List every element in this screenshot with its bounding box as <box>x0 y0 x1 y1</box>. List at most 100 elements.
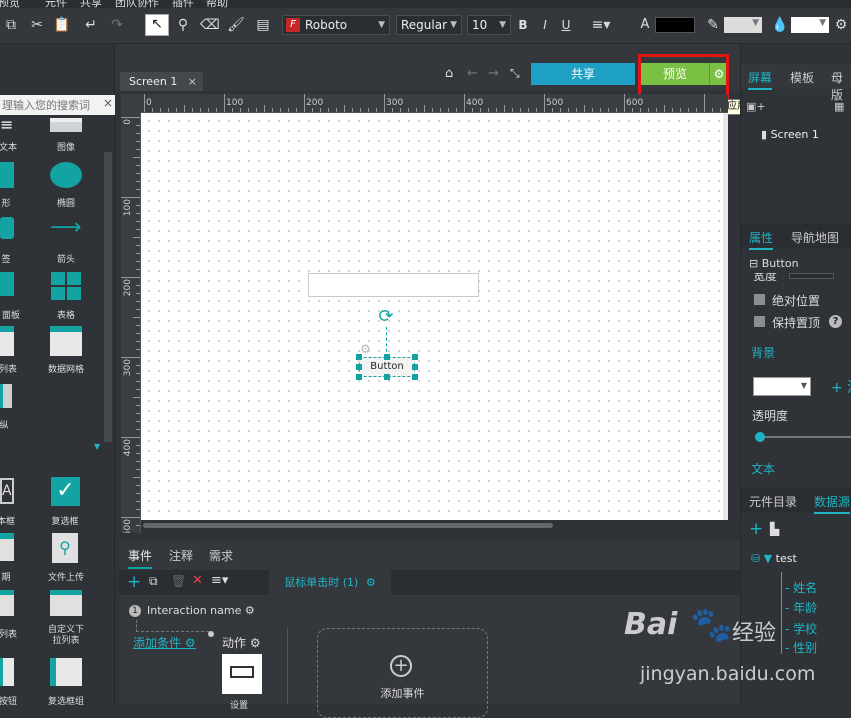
add-icon[interactable]: + <box>749 519 763 539</box>
cut-icon[interactable]: ✂ <box>28 16 46 34</box>
image-icon[interactable] <box>50 118 82 132</box>
tab-screen-1[interactable]: Screen 1 × <box>120 72 203 91</box>
callout-icon[interactable] <box>0 217 14 239</box>
action-item-card[interactable] <box>222 654 262 694</box>
tab-properties[interactable]: 属性 <box>749 229 774 250</box>
checkbox-group-icon[interactable] <box>50 658 82 686</box>
tab-masters[interactable]: 母版 <box>831 69 851 103</box>
list-icon[interactable] <box>0 326 14 356</box>
font-family-select[interactable]: F Roboto ▼ <box>282 15 390 35</box>
resize-handle[interactable] <box>356 354 362 360</box>
width-input[interactable] <box>789 273 834 279</box>
tab-templates[interactable]: 模板 <box>790 69 814 86</box>
menu-item-plugins[interactable]: 插件 <box>172 0 194 8</box>
bold-button[interactable]: B <box>514 16 532 34</box>
design-canvas[interactable]: ⟳ ⚙ Button <box>141 113 723 520</box>
button-icon[interactable] <box>0 658 14 686</box>
keep-on-top-checkbox[interactable] <box>754 316 765 327</box>
arrow-icon[interactable]: ⟶ <box>50 217 82 239</box>
copy-icon[interactable]: ⧉ <box>2 16 20 34</box>
gear-icon[interactable]: ⚙ <box>245 604 255 617</box>
resize-handle[interactable] <box>412 374 418 380</box>
clear-icon[interactable]: × <box>103 96 113 110</box>
home-icon[interactable]: ⌂ <box>445 66 453 81</box>
tab-events[interactable]: 事件 <box>128 547 153 569</box>
event-tab-mouse-click[interactable]: 鼠标单击时 (1) ⚙ <box>269 570 391 595</box>
canvas-vertical-scrollbar[interactable] <box>723 113 728 520</box>
undo-icon[interactable]: ↵ <box>82 16 100 34</box>
add-icon[interactable]: + <box>127 572 141 592</box>
menu-item-team[interactable]: 团队协作 <box>115 0 159 8</box>
gear-icon[interactable]: ⚙ <box>250 636 261 650</box>
paint-roller-icon[interactable]: ▤ <box>254 16 272 34</box>
italic-button[interactable]: I <box>536 16 554 34</box>
vertical-icon[interactable] <box>0 384 12 408</box>
redo-icon[interactable]: ↷ <box>108 16 126 34</box>
absolute-position-checkbox[interactable] <box>754 294 765 305</box>
upload-icon[interactable]: ⚲ <box>52 533 78 563</box>
widget-search-box[interactable]: × <box>0 95 115 115</box>
font-weight-select[interactable]: Regular ▼ <box>396 15 462 35</box>
add-field-icon[interactable]: ▙ <box>770 522 779 536</box>
textbox-icon[interactable]: A <box>0 478 14 504</box>
ellipse-icon[interactable] <box>50 162 82 188</box>
add-fill-button[interactable]: + 添 <box>831 377 851 397</box>
add-condition-link[interactable]: 添加条件 ⚙ <box>133 634 196 651</box>
tab-widget-catalog[interactable]: 元件目录 <box>749 493 797 510</box>
interaction-name[interactable]: Interaction name ⚙ <box>147 604 255 617</box>
format-painter-icon[interactable]: 🖌 <box>227 16 245 34</box>
font-size-select[interactable]: 10 ▼ <box>467 15 511 35</box>
underline-button[interactable]: U <box>557 16 575 34</box>
widget-search-input[interactable] <box>0 95 100 115</box>
menu-item-help[interactable]: 帮助 <box>206 0 228 8</box>
opacity-slider-thumb[interactable] <box>755 432 765 442</box>
resize-handle[interactable] <box>356 364 362 370</box>
zoom-icon[interactable]: ⚲ <box>174 16 192 34</box>
rotate-handle-icon[interactable]: ⟳ <box>376 307 396 327</box>
back-icon[interactable]: ← <box>467 66 478 81</box>
canvas-horizontal-scrollbar[interactable] <box>141 520 728 531</box>
grid-view-icon[interactable]: ▦ <box>834 100 844 113</box>
opacity-slider-track[interactable] <box>759 436 851 438</box>
duplicate-icon[interactable]: ⧉ <box>149 574 158 589</box>
text-align-icon[interactable]: ≡▾ <box>586 16 616 34</box>
help-icon[interactable]: ? <box>829 315 842 328</box>
gear-icon[interactable]: ⚙ <box>185 636 196 650</box>
fill-color-swatch[interactable]: ▼ <box>791 17 829 33</box>
text-icon[interactable]: ≡ <box>0 117 16 134</box>
paste-icon[interactable]: 📋 <box>53 16 71 34</box>
font-color-swatch[interactable] <box>655 17 695 33</box>
fit-screen-icon[interactable]: ⤡ <box>510 66 520 81</box>
table-icon[interactable] <box>51 272 81 300</box>
tab-data-source[interactable]: 数据源 <box>814 493 851 514</box>
datasource-item[interactable]: ⛁ ▼ test <box>751 552 797 565</box>
menu-item-share[interactable]: 共享 <box>80 0 102 8</box>
scrollbar-thumb[interactable] <box>143 523 553 528</box>
background-color-picker[interactable]: ▼ <box>753 377 811 396</box>
share-button[interactable]: 共享 <box>531 63 635 85</box>
resize-handle[interactable] <box>412 364 418 370</box>
more-menu-icon[interactable]: ≡▾ <box>211 573 228 588</box>
add-screen-icon[interactable]: ▣+ <box>746 100 766 113</box>
delete-x-icon[interactable]: ✕ <box>192 573 203 588</box>
date-icon[interactable] <box>0 533 14 561</box>
select-tool-icon[interactable]: ↖ <box>145 14 169 36</box>
checkbox-icon[interactable]: ✓ <box>51 477 80 506</box>
data-grid-icon[interactable] <box>50 326 82 356</box>
dropdown-list-icon[interactable] <box>0 590 14 616</box>
canvas-textbox-widget[interactable] <box>308 273 479 297</box>
screen-item-1[interactable]: ▮ Screen 1 <box>761 128 819 141</box>
line-color-swatch[interactable]: ▼ <box>724 17 762 33</box>
tab-notes[interactable]: 注释 <box>169 547 193 564</box>
rectangle-icon[interactable] <box>0 162 14 188</box>
resize-handle[interactable] <box>384 374 390 380</box>
gear-icon[interactable]: ⚙ <box>366 576 376 589</box>
tab-requirements[interactable]: 需求 <box>209 547 233 564</box>
tab-screens[interactable]: 屏幕 <box>748 69 773 90</box>
add-event-dropzone[interactable]: + 添加事件 <box>317 628 488 718</box>
resize-handle[interactable] <box>412 354 418 360</box>
resize-handle[interactable] <box>356 374 362 380</box>
menu-item-preview[interactable]: 预览 <box>0 0 20 8</box>
expand-arrow-icon[interactable]: ▼ <box>94 442 100 451</box>
custom-dropdown-icon[interactable] <box>50 590 82 616</box>
